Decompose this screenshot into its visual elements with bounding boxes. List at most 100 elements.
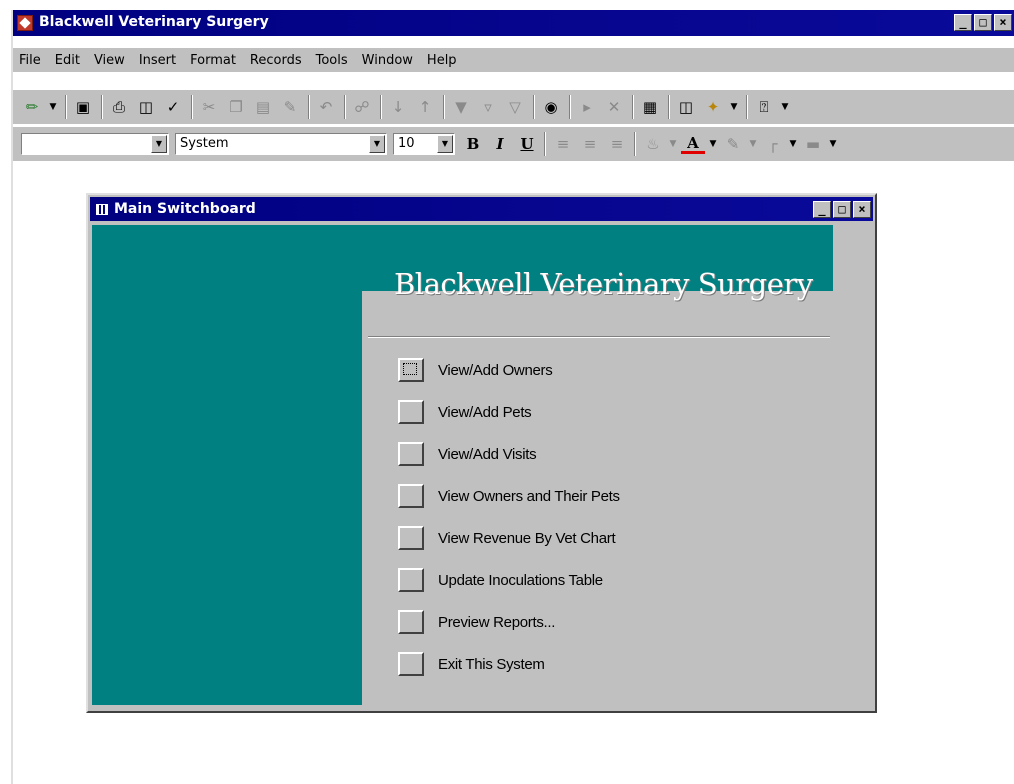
menu-edit[interactable]: Edit [55,53,80,68]
align-right-icon[interactable]: ≡ [605,133,629,155]
switchboard-item-label: View/Add Owners [438,361,553,379]
switchboard-item: View Revenue By Vet Chart [398,523,818,553]
fill-color-icon[interactable]: ♨ [641,133,665,155]
toolbar-separator [101,95,103,119]
line-color-dropdown-icon[interactable]: ▼ [748,133,758,155]
bold-button[interactable]: B [461,133,485,155]
line-width-dropdown-icon[interactable]: ▼ [828,133,838,155]
filter-by-form-icon[interactable]: ▿ [477,96,499,118]
chevron-down-icon[interactable]: ▼ [151,135,167,153]
maximize-button[interactable]: □ [833,201,851,218]
new-object-dropdown-icon[interactable]: ▼ [729,96,739,118]
close-button[interactable]: × [994,14,1012,31]
toolbar-separator [533,95,535,119]
switchboard-item-button[interactable] [398,358,424,382]
minimize-button[interactable]: _ [954,14,972,31]
toolbar-separator [569,95,571,119]
save-icon[interactable]: ▣ [72,96,94,118]
filter-by-selection-icon[interactable]: ▼ [450,96,472,118]
menu-view[interactable]: View [94,53,125,68]
access-app-icon[interactable] [17,15,33,31]
chevron-down-icon[interactable]: ▼ [437,135,453,153]
switchboard-item: View/Add Visits [398,439,818,469]
object-combo[interactable]: ▼ [21,133,169,155]
print-icon[interactable]: ⎙ [108,96,130,118]
maximize-button[interactable]: □ [974,14,992,31]
sort-ascending-icon[interactable]: ↓ [387,96,409,118]
copy-icon[interactable]: ❐ [225,96,247,118]
menu-help[interactable]: Help [427,53,457,68]
print-preview-icon[interactable]: ◫ [135,96,157,118]
new-record-icon[interactable]: ▸ [576,96,598,118]
cut-icon[interactable]: ✂ [198,96,220,118]
line-width-icon[interactable]: ▬ [801,133,825,155]
font-size-combo[interactable]: 10 ▼ [393,133,455,155]
toolbar-separator [380,95,382,119]
font-color-dropdown-icon[interactable]: ▼ [708,133,718,155]
switchboard-item: View Owners and Their Pets [398,481,818,511]
menu-file[interactable]: File [19,53,41,68]
switchboard-item-button[interactable] [398,526,424,550]
divider [368,336,830,338]
hyperlink-icon[interactable]: ☍ [351,96,373,118]
paste-icon[interactable]: ▤ [252,96,274,118]
switchboard-item-button[interactable] [398,610,424,634]
menu-window[interactable]: Window [362,53,413,68]
apply-filter-icon[interactable]: ▽ [504,96,526,118]
align-left-icon[interactable]: ≡ [551,133,575,155]
toolbar-separator [191,95,193,119]
underline-button[interactable]: U [515,133,539,155]
switchboard-item-label: View Revenue By Vet Chart [438,529,616,547]
view-dropdown-icon[interactable]: ▼ [48,96,58,118]
formatting-toolbar: ▼ System ▼ 10 ▼ B I U ≡ ≡ ≡ ♨ ▼ A ▼ ✎ ▼ … [13,127,1014,161]
line-color-icon[interactable]: ✎ [721,133,745,155]
toolbar-separator [544,132,546,156]
switchboard-title: Main Switchboard [114,201,256,217]
minimize-button[interactable]: _ [813,201,831,218]
database-toolbar: ✏ ▼ ▣ ⎙ ◫ ✓ ✂ ❐ ▤ ✎ ↶ ☍ ↓ ↑ ▼ ▿ ▽ ◉ ▸ ✕ … [13,90,1014,124]
menu-tools[interactable]: Tools [316,53,348,68]
chevron-down-icon[interactable]: ▼ [369,135,385,153]
border-icon[interactable]: ┌ [761,133,785,155]
switchboard-item-button[interactable] [398,400,424,424]
switchboard-titlebar[interactable]: Main Switchboard _ □ × [90,197,873,221]
database-window-icon[interactable]: ◫ [675,96,697,118]
help-dropdown-icon[interactable]: ▼ [780,96,790,118]
switchboard-item-button[interactable] [398,484,424,508]
toolbar-separator [65,95,67,119]
properties-icon[interactable]: ▦ [639,96,661,118]
find-icon[interactable]: ◉ [540,96,562,118]
sort-descending-icon[interactable]: ↑ [414,96,436,118]
border-dropdown-icon[interactable]: ▼ [788,133,798,155]
switchboard-item-button[interactable] [398,652,424,676]
spelling-icon[interactable]: ✓ [162,96,184,118]
align-center-icon[interactable]: ≡ [578,133,602,155]
font-name-combo[interactable]: System ▼ [175,133,387,155]
font-color-button[interactable]: A [681,134,705,154]
font-size-value: 10 [398,136,415,151]
italic-button[interactable]: I [488,133,512,155]
toolbar-separator [634,132,636,156]
toolbar-separator [746,95,748,119]
switchboard-item-label: View/Add Pets [438,403,532,421]
menu-records[interactable]: Records [250,53,302,68]
fill-color-dropdown-icon[interactable]: ▼ [668,133,678,155]
app-titlebar[interactable]: Blackwell Veterinary Surgery _ □ × [13,10,1014,36]
switchboard-item-label: Update Inoculations Table [438,571,603,589]
menu-format[interactable]: Format [190,53,236,68]
switchboard-item-label: View/Add Visits [438,445,537,463]
menu-insert[interactable]: Insert [139,53,176,68]
toolbar-separator [308,95,310,119]
view-icon[interactable]: ✏ [21,96,43,118]
switchboard-item-button[interactable] [398,568,424,592]
form-icon[interactable] [96,204,108,215]
new-object-icon[interactable]: ✦ [702,96,724,118]
undo-icon[interactable]: ↶ [315,96,337,118]
switchboard-item-label: Preview Reports... [438,613,556,631]
close-button[interactable]: × [853,201,871,218]
format-painter-icon[interactable]: ✎ [279,96,301,118]
delete-record-icon[interactable]: ✕ [603,96,625,118]
help-icon[interactable]: ⍰ [753,96,775,118]
switchboard-item-button[interactable] [398,442,424,466]
toolbar-separator [443,95,445,119]
